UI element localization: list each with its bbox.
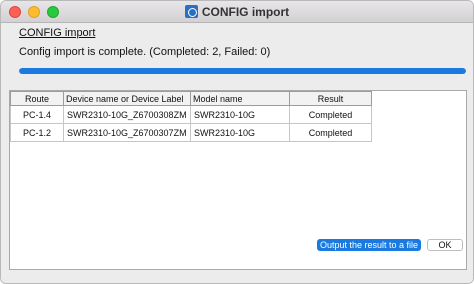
cell-route: PC-1.4 bbox=[10, 105, 64, 124]
cell-result: Completed bbox=[289, 105, 372, 124]
app-icon bbox=[184, 5, 198, 18]
ok-button[interactable]: OK bbox=[427, 239, 463, 251]
cell-device: SWR2310-10G_Z6700308ZM bbox=[63, 105, 191, 124]
config-import-window: CONFIG import CONFIG import Config impor… bbox=[0, 0, 474, 284]
cell-route: PC-1.2 bbox=[10, 123, 64, 142]
cell-result: Completed bbox=[289, 123, 372, 142]
cell-model: SWR2310-10G bbox=[190, 123, 290, 142]
window-title: CONFIG import bbox=[201, 5, 290, 19]
cell-device: SWR2310-10G_Z6700307ZM bbox=[63, 123, 191, 142]
column-header-device[interactable]: Device name or Device Label bbox=[63, 91, 191, 106]
table-header-row: Route Device name or Device Label Model … bbox=[10, 91, 372, 106]
window-title-wrap: CONFIG import bbox=[1, 4, 473, 20]
progress-fill bbox=[19, 68, 466, 74]
output-result-to-file-button[interactable]: Output the result to a file bbox=[317, 239, 421, 251]
import-status-text: Config import is complete. (Completed: 2… bbox=[19, 46, 271, 58]
column-header-route[interactable]: Route bbox=[10, 91, 64, 106]
table-row[interactable]: PC-1.2 SWR2310-10G_Z6700307ZM SWR2310-10… bbox=[10, 123, 372, 142]
column-header-model[interactable]: Model name bbox=[190, 91, 290, 106]
cell-model: SWR2310-10G bbox=[190, 105, 290, 124]
dialog-heading: CONFIG import bbox=[19, 27, 96, 39]
import-progress-bar bbox=[19, 68, 466, 74]
table-row[interactable]: PC-1.4 SWR2310-10G_Z6700308ZM SWR2310-10… bbox=[10, 105, 372, 124]
column-header-result[interactable]: Result bbox=[289, 91, 372, 106]
title-bar[interactable]: CONFIG import bbox=[1, 1, 473, 23]
results-table: Route Device name or Device Label Model … bbox=[10, 91, 372, 142]
